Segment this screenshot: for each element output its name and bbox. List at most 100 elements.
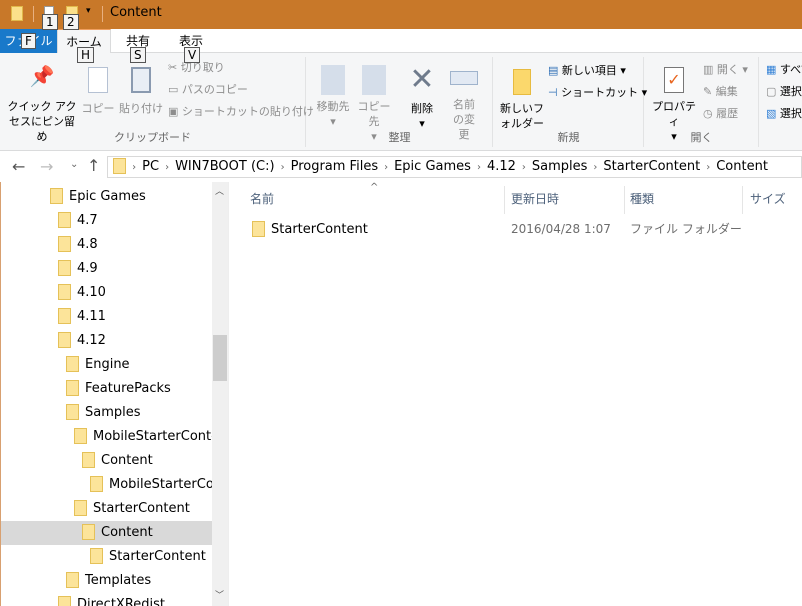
breadcrumb-item[interactable]: StarterContent <box>603 159 700 174</box>
nav-tree-item[interactable]: 4.9 <box>1 257 212 281</box>
group-open: ✓ プロパティ ▾ ▥ 開く ▾ ✎ 編集 ◷ 履歴 開く <box>645 57 759 147</box>
nav-tree-label: 4.7 <box>77 213 98 228</box>
customize-quick-access-icon[interactable]: ▾ <box>86 6 91 16</box>
breadcrumb-item[interactable]: Samples <box>532 159 588 174</box>
nav-tree-item[interactable]: Engine <box>1 353 212 377</box>
scroll-down-icon[interactable]: ﹀ <box>215 588 224 601</box>
nav-tree-item[interactable]: Templates <box>1 569 212 593</box>
nav-tree-label: Templates <box>85 573 152 588</box>
nav-tree-label: 4.11 <box>77 309 106 324</box>
breadcrumb-separator-icon[interactable]: › <box>706 162 710 173</box>
recent-locations-chevron-icon[interactable]: ⌄ <box>70 159 78 170</box>
keytip-h: H <box>77 47 95 63</box>
breadcrumb-separator-icon[interactable]: › <box>384 162 388 173</box>
column-header-type[interactable]: 種類 <box>630 190 654 214</box>
nav-tree-item[interactable]: MobileStarterContent <box>1 473 212 497</box>
nav-tree-label: Samples <box>85 405 141 420</box>
breadcrumb-separator-icon[interactable]: › <box>132 162 136 173</box>
breadcrumb-item[interactable]: WIN7BOOT (C:) <box>175 159 275 174</box>
nav-tree-label: 4.10 <box>77 285 106 300</box>
folder-icon <box>58 307 71 324</box>
nav-tree-item[interactable]: Samples <box>1 401 212 425</box>
breadcrumb-separator-icon[interactable]: › <box>281 162 285 173</box>
column-header-modified[interactable]: 更新日時 <box>511 190 559 214</box>
nav-tree-label: 4.9 <box>77 261 98 276</box>
select-none-button[interactable]: ▢ 選択解除 <box>766 84 802 100</box>
nav-tree-item[interactable]: StarterContent <box>1 545 212 569</box>
keytip-1: 1 <box>42 14 58 30</box>
nav-tree-item[interactable]: MobileStarterContent <box>1 425 212 449</box>
delete-button[interactable]: ✕ 削除 ▾ <box>405 63 439 131</box>
folder-icon <box>50 187 63 204</box>
file-row[interactable]: StarterContent 2016/04/28 1:07 ファイル フォルダ… <box>252 218 792 240</box>
breadcrumb-item[interactable]: PC <box>142 159 159 174</box>
nav-scrollbar[interactable]: ︿ ﹀ <box>212 182 228 606</box>
scroll-up-icon[interactable]: ︿ <box>215 184 224 197</box>
divider <box>742 186 743 214</box>
group-select: ▦ すべて選択 ▢ 選択解除 ▧ 選択の切り替え <box>760 57 802 147</box>
easy-access-button[interactable]: ⊣ ショートカット ▾ <box>548 85 647 101</box>
nav-tree-item[interactable]: StarterContent <box>1 497 212 521</box>
divider <box>504 186 505 214</box>
folder-icon <box>113 157 126 174</box>
move-to-button[interactable]: 移動先 ▾ <box>311 63 355 129</box>
history-button[interactable]: ◷ 履歴 <box>703 106 738 122</box>
move-to-icon <box>321 65 345 95</box>
nav-tree-label: MobileStarterContent <box>93 429 212 444</box>
paste-shortcut-button[interactable]: ▣ ショートカットの貼り付け <box>168 104 314 120</box>
copy-button[interactable]: コピー <box>80 63 116 116</box>
breadcrumb-item[interactable]: 4.12 <box>487 159 516 174</box>
edit-button[interactable]: ✎ 編集 <box>703 84 738 100</box>
nav-tree-item[interactable]: Content <box>1 449 212 473</box>
folder-icon <box>58 259 71 276</box>
nav-tree-label: DirectXRedist <box>77 597 166 606</box>
breadcrumb-separator-icon[interactable]: › <box>593 162 597 173</box>
breadcrumb-separator-icon[interactable]: › <box>522 162 526 173</box>
ribbon-tabs: ファイル ホーム 共有 表示 <box>0 29 802 54</box>
new-folder-button[interactable]: 新しいフォルダー <box>498 63 546 131</box>
group-organize: 移動先 ▾ コピー先 ▾ ✕ 削除 ▾ 名前の変更 整理 <box>307 57 493 147</box>
keytip-s: S <box>130 47 146 63</box>
folder-icon <box>66 379 79 396</box>
new-item-button[interactable]: ▤ 新しい項目 ▾ <box>548 63 626 79</box>
column-header-size[interactable]: サイズ <box>750 190 786 214</box>
nav-tree-item[interactable]: 4.12 <box>1 329 212 353</box>
address-bar[interactable]: › PC › WIN7BOOT (C:) › Program Files › Epic Gam… <box>107 156 802 178</box>
breadcrumb-separator-icon[interactable]: › <box>477 162 481 173</box>
nav-tree-item[interactable]: 4.11 <box>1 305 212 329</box>
nav-tree-item[interactable]: DirectXRedist <box>1 593 212 606</box>
breadcrumb-item[interactable]: Program Files <box>291 159 379 174</box>
select-all-button[interactable]: ▦ すべて選択 <box>766 62 802 78</box>
nav-tree-label: Content <box>101 525 153 540</box>
nav-tree-item[interactable]: 4.8 <box>1 233 212 257</box>
paste-shortcut-icon: ▣ <box>168 105 182 118</box>
folder-icon <box>82 523 95 540</box>
nav-tree-item[interactable]: Content <box>1 521 212 545</box>
copy-path-button[interactable]: ▭ パスのコピー <box>168 82 248 98</box>
rename-icon <box>450 71 478 85</box>
shortcut-icon: ⊣ <box>548 86 562 99</box>
breadcrumb-item[interactable]: Epic Games <box>394 159 471 174</box>
breadcrumb-separator-icon[interactable]: › <box>165 162 169 173</box>
up-arrow-icon[interactable]: ↑ <box>87 156 100 175</box>
forward-arrow-icon[interactable]: → <box>40 157 53 176</box>
nav-tree-label: 4.8 <box>77 237 98 252</box>
invert-selection-button[interactable]: ▧ 選択の切り替え <box>766 106 802 122</box>
back-arrow-icon[interactable]: ← <box>12 157 25 176</box>
column-header-name[interactable]: 名前 <box>250 190 274 214</box>
breadcrumb-item[interactable]: Content <box>716 159 768 174</box>
nav-tree-item[interactable]: Epic Games <box>1 185 212 209</box>
paste-button[interactable]: 貼り付け <box>118 63 164 116</box>
nav-tree-item[interactable]: 4.10 <box>1 281 212 305</box>
folder-icon <box>74 499 87 516</box>
title-bar: 1 2 ▾ Content <box>0 0 802 30</box>
file-type: ファイル フォルダー <box>630 222 742 236</box>
scrollbar-thumb[interactable] <box>213 335 227 381</box>
folder-icon <box>66 403 79 420</box>
nav-tree-item[interactable]: FeaturePacks <box>1 377 212 401</box>
divider <box>228 182 229 606</box>
nav-tree-label: Content <box>101 453 153 468</box>
open-button[interactable]: ▥ 開く ▾ <box>703 62 748 78</box>
nav-tree-item[interactable]: 4.7 <box>1 209 212 233</box>
divider <box>624 186 625 214</box>
